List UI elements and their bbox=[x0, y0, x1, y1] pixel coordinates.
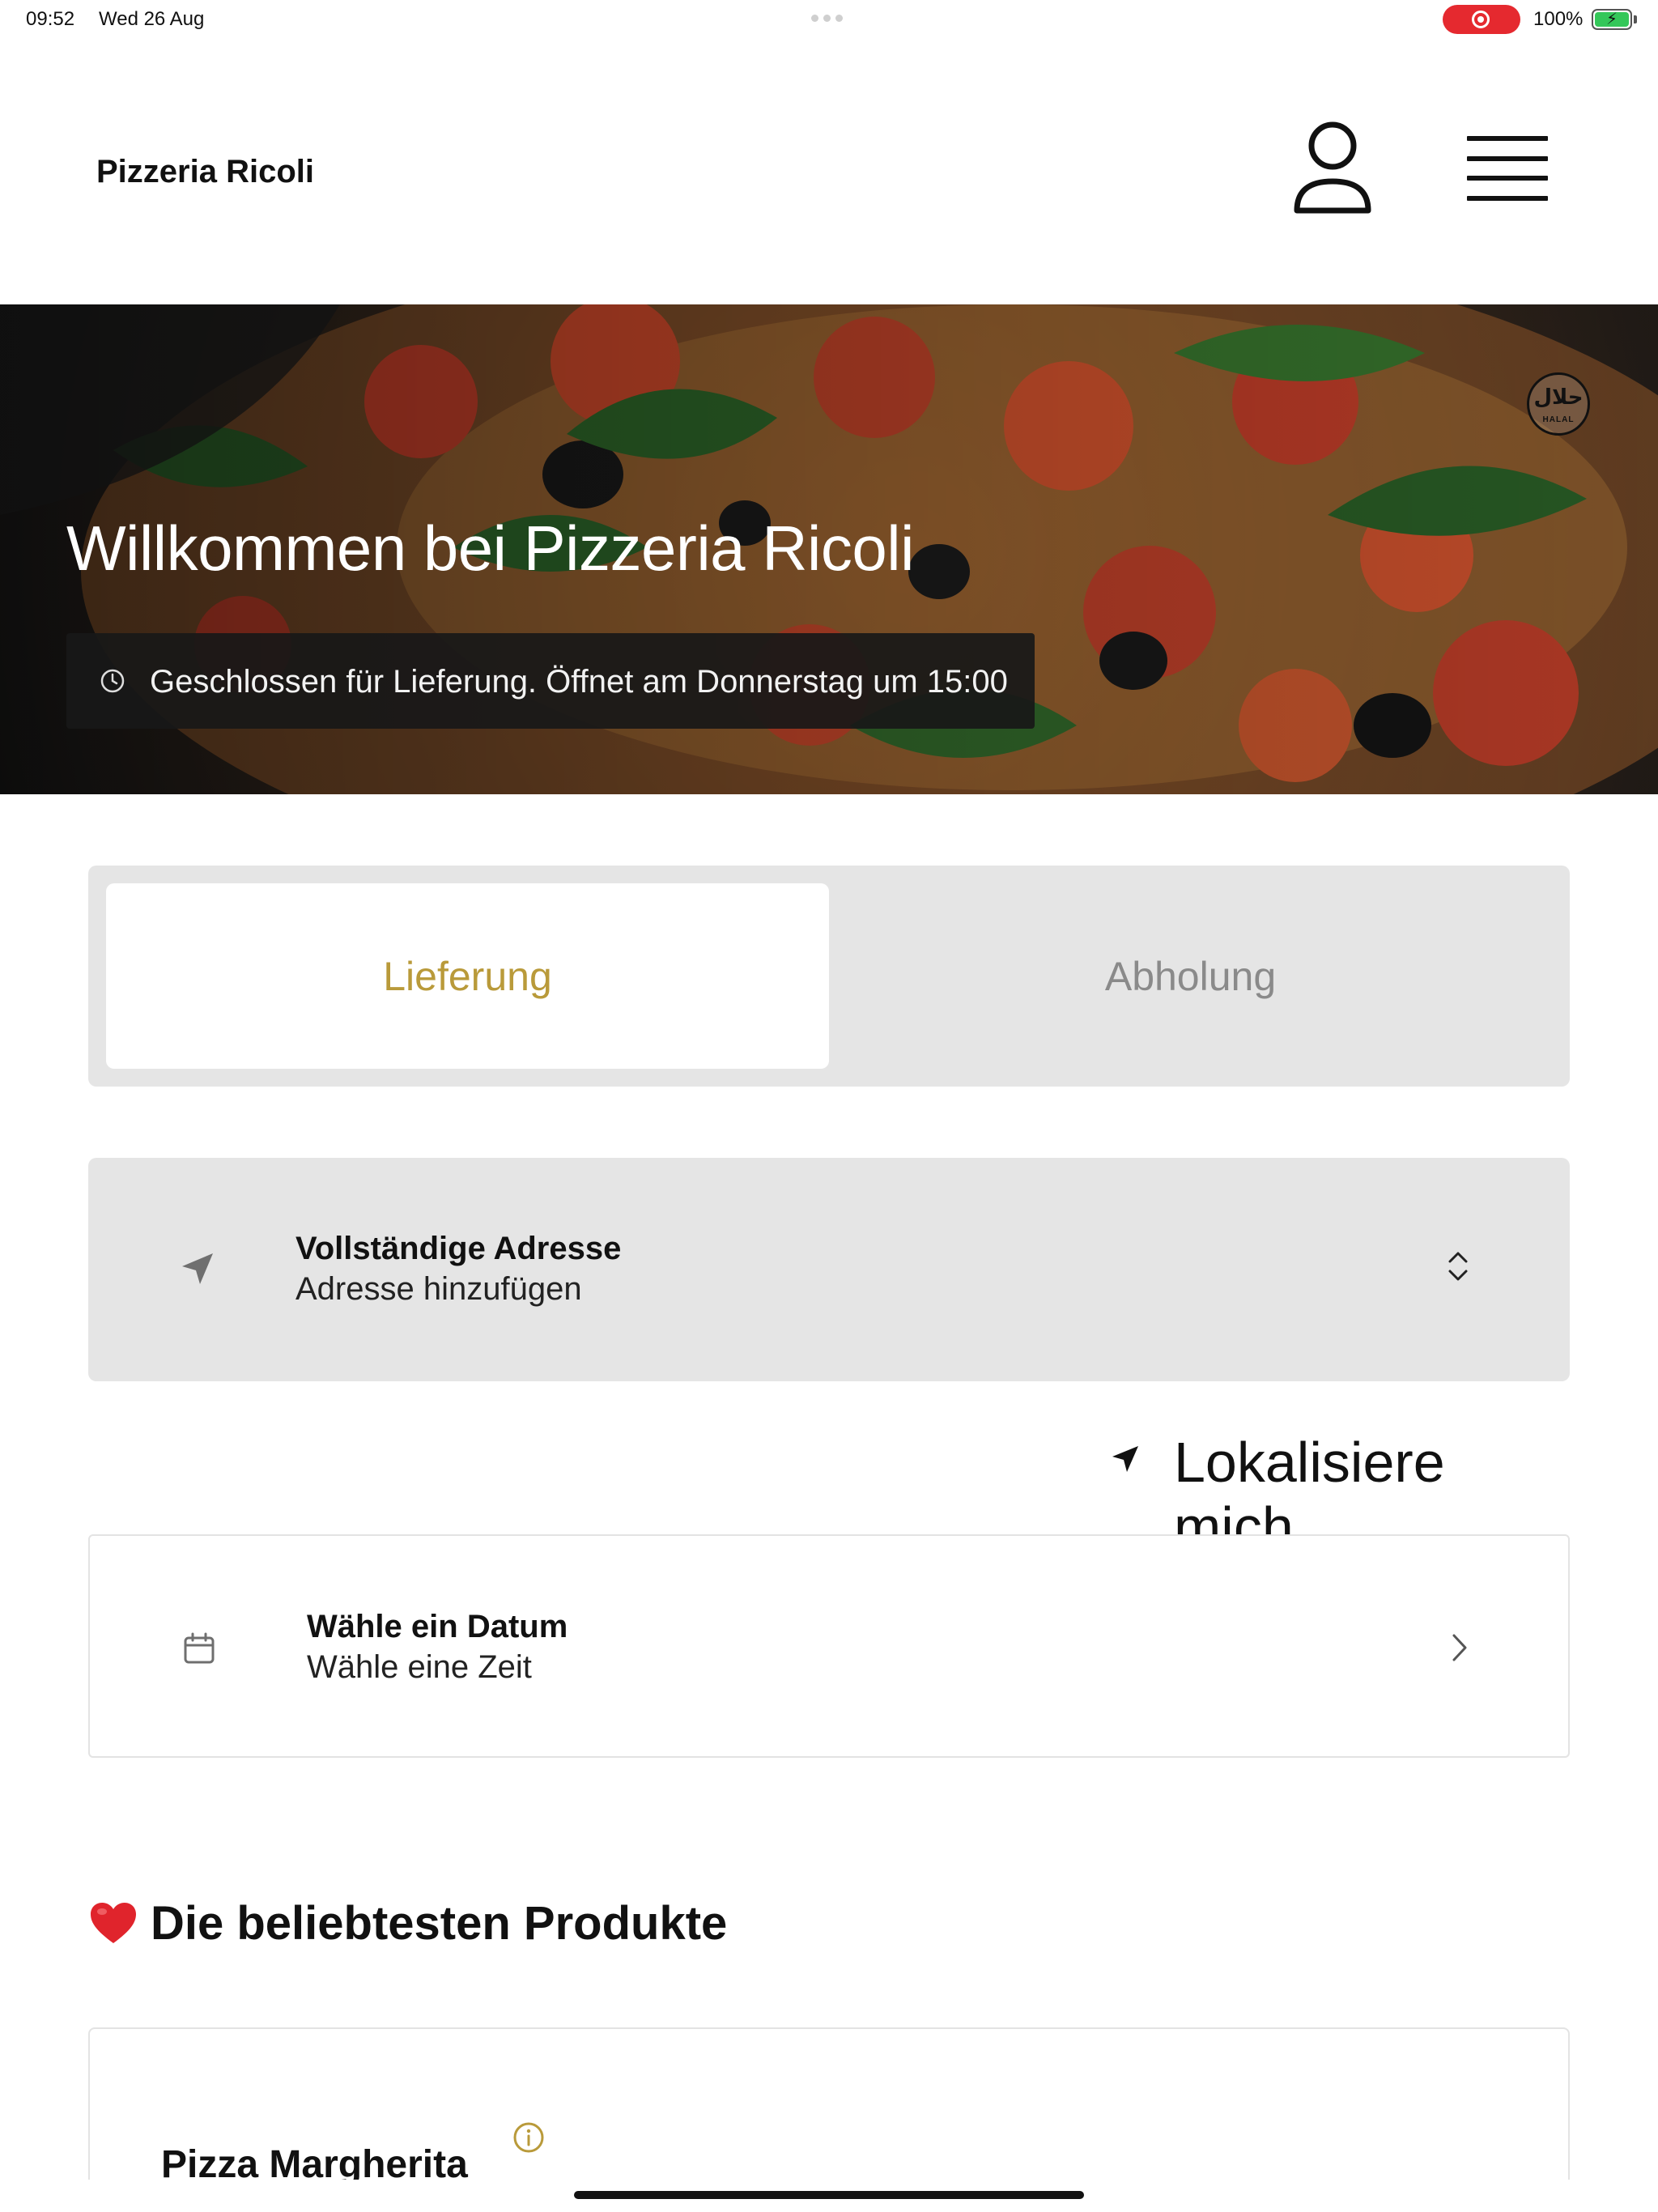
hamburger-menu-icon[interactable] bbox=[1462, 128, 1553, 209]
popular-products-title: Die beliebtesten Produkte bbox=[151, 1897, 728, 1950]
tab-pickup[interactable]: Abholung bbox=[829, 883, 1552, 1069]
calendar-icon bbox=[184, 1632, 215, 1664]
schedule-selector[interactable]: Wähle ein Datum Wähle eine Zeit bbox=[88, 1534, 1570, 1758]
location-arrow-icon bbox=[1112, 1446, 1138, 1472]
welcome-title: Willkommen bei Pizzeria Ricoli bbox=[66, 513, 914, 584]
brand-name[interactable]: Pizzeria Ricoli bbox=[96, 154, 314, 190]
status-date: Wed 26 Aug bbox=[99, 8, 205, 30]
user-icon[interactable] bbox=[1287, 120, 1378, 217]
battery-percent: 100% bbox=[1533, 8, 1584, 30]
halal-badge-icon: حلال HALAL bbox=[1527, 372, 1590, 436]
status-bar: 09:52 Wed 26 Aug 100% ⚡ bbox=[0, 0, 1658, 39]
battery-nub bbox=[1634, 15, 1637, 23]
address-selector[interactable]: Vollständige Adresse Adresse hinzufügen bbox=[88, 1158, 1570, 1381]
order-mode-toggle: Lieferung Abholung bbox=[88, 866, 1570, 1087]
app-header: Pizzeria Ricoli bbox=[0, 39, 1658, 304]
info-icon[interactable] bbox=[512, 2121, 545, 2154]
address-subtitle: Adresse hinzufügen bbox=[295, 1271, 582, 1307]
status-time: 09:52 bbox=[26, 8, 75, 30]
schedule-time-subtitle: Wähle eine Zeit bbox=[307, 1649, 532, 1685]
heart-icon bbox=[91, 1902, 136, 1943]
chevron-up-down-icon bbox=[1448, 1252, 1468, 1281]
multitasking-dots-icon[interactable] bbox=[811, 15, 847, 22]
screen-recording-icon[interactable] bbox=[1443, 5, 1520, 34]
halal-badge-arabic: حلال bbox=[1533, 385, 1584, 409]
home-indicator[interactable] bbox=[574, 2191, 1084, 2199]
popular-products-heading: Die beliebtesten Produkte bbox=[89, 1896, 727, 1950]
location-arrow-icon bbox=[182, 1253, 213, 1284]
schedule-date-title: Wähle ein Datum bbox=[307, 1609, 568, 1644]
address-title: Vollständige Adresse bbox=[295, 1231, 622, 1266]
chevron-right-icon bbox=[1452, 1634, 1467, 1661]
localize-me-button[interactable]: Lokalisiere mich bbox=[1109, 1425, 1571, 1559]
tab-delivery[interactable]: Lieferung bbox=[106, 883, 829, 1069]
hero-banner: حلال HALAL Willkommen bei Pizzeria Ricol… bbox=[0, 304, 1658, 794]
opening-status-text: Geschlossen für Lieferung. Öffnet am Don… bbox=[150, 664, 1008, 700]
opening-status-banner: Geschlossen für Lieferung. Öffnet am Don… bbox=[66, 633, 1035, 729]
battery-icon: ⚡ bbox=[1592, 9, 1632, 30]
clock-icon bbox=[100, 669, 125, 693]
halal-badge-label: HALAL bbox=[1542, 415, 1575, 424]
